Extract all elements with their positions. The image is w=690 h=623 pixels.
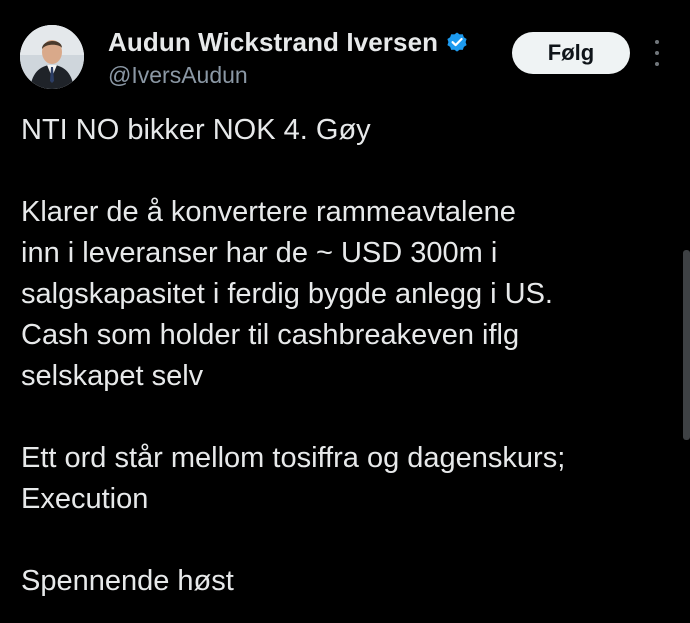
tweet-text: NTI NO bikker NOK 4. Gøy Klarer de å kon… [21, 110, 671, 602]
name-row: Audun Wickstrand Iversen [108, 26, 469, 58]
follow-button[interactable]: Følg [512, 32, 630, 74]
display-name[interactable]: Audun Wickstrand Iversen [108, 27, 438, 58]
tweet-line: Execution [21, 483, 149, 515]
tweet-line: selskapet selv [21, 360, 204, 392]
tweet-line: salgskapasitet i ferdig bygde anlegg i U… [21, 278, 553, 310]
tweet-line: Ett ord står mellom tosiffra og dagensku… [21, 442, 566, 474]
tweet-line: Klarer de å konvertere rammeavtalene [21, 196, 516, 228]
avatar[interactable] [20, 25, 84, 89]
tweet-line: Spennende høst [21, 565, 234, 597]
user-handle[interactable]: @IversAudun [108, 62, 469, 89]
scrollbar[interactable] [683, 250, 690, 440]
tweet-line: Cash som holder til cashbreakeven iflg [21, 319, 520, 351]
tweet: Audun Wickstrand Iversen @IversAudun Føl… [0, 0, 690, 623]
tweet-line: NTI NO bikker NOK 4. Gøy [21, 114, 371, 146]
profile-photo-icon [20, 25, 84, 89]
tweet-line: inn i leveranser har de ~ USD 300m i [21, 237, 498, 269]
verified-badge-icon[interactable] [445, 30, 469, 54]
more-options-icon[interactable] [650, 38, 664, 68]
tweet-header: Audun Wickstrand Iversen @IversAudun [108, 26, 469, 89]
